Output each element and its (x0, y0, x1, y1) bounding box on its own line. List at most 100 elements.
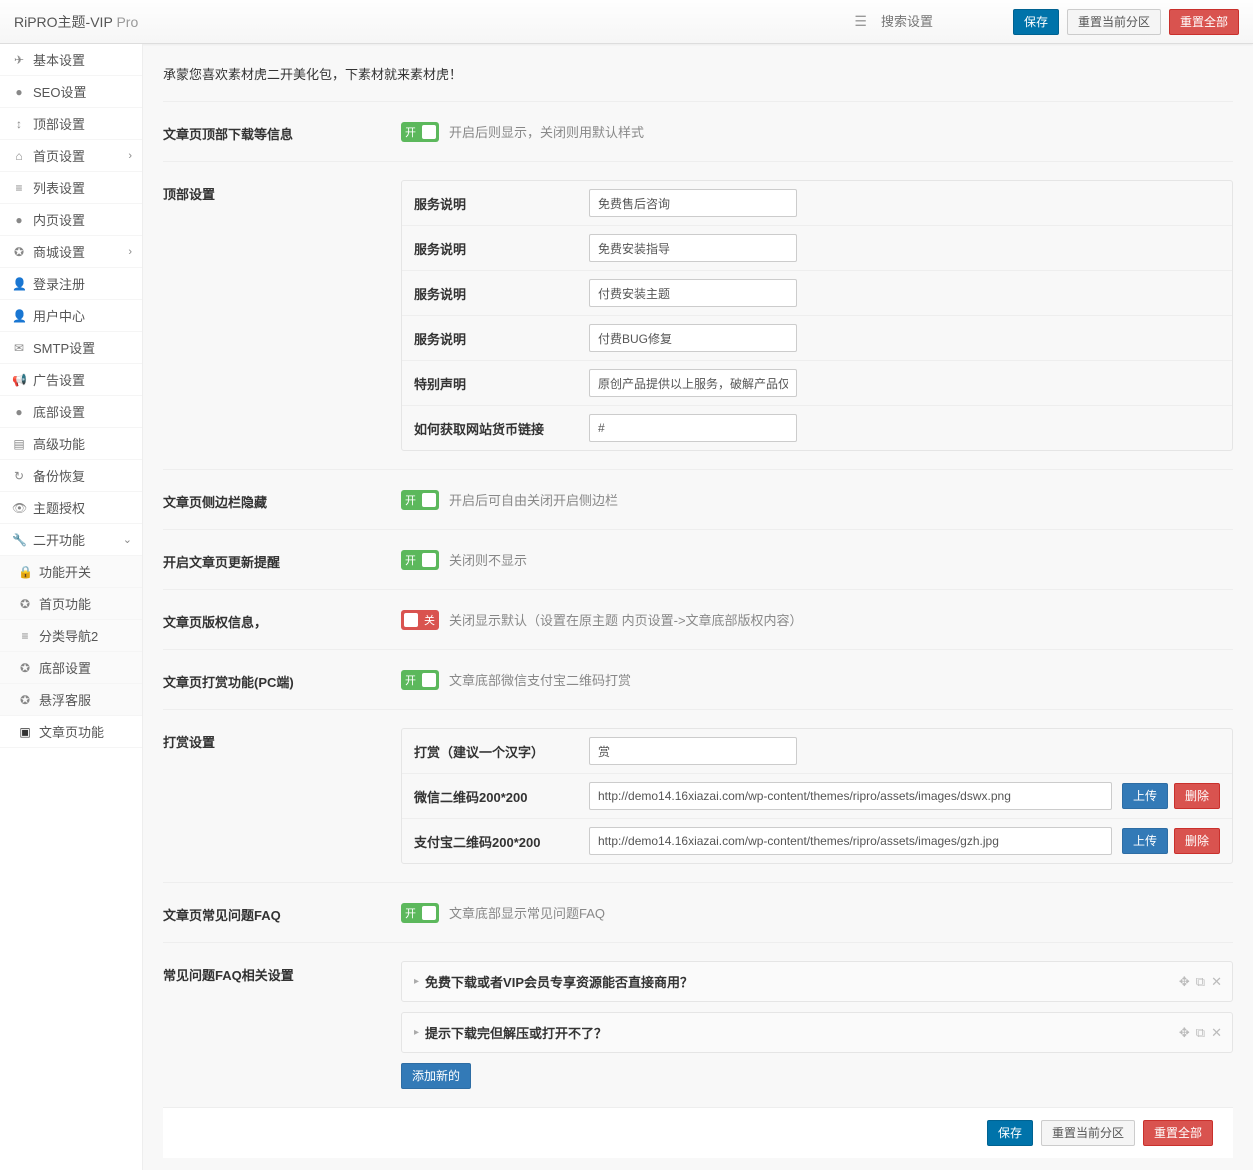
sidebar-sub-item[interactable]: ≡分类导航2 (0, 620, 142, 652)
menu-icon: 🔒 (18, 565, 32, 579)
collapse-icon[interactable]: ☰ (854, 13, 867, 30)
sidebar-item-label: 高级功能 (33, 434, 85, 453)
switch-hint: 关闭显示默认（设置在原主题 内页设置->文章底部版权内容） (449, 610, 803, 629)
alipay-qr-input[interactable] (589, 827, 1112, 855)
switch-copyright[interactable]: 关 (401, 610, 439, 630)
sidebar-item[interactable]: 🔧二开功能⌄ (0, 524, 142, 556)
sidebar-item-label: 底部设置 (39, 658, 91, 677)
menu-icon: ✪ (18, 661, 32, 675)
sidebar-sub-item[interactable]: ✪首页功能 (0, 588, 142, 620)
field-label: 特别声明 (414, 374, 589, 393)
sidebar-item[interactable]: ✈ 基本设置 (0, 44, 142, 76)
section-label: 打赏设置 (163, 728, 401, 864)
switch-update-tip[interactable]: 开 (401, 550, 439, 570)
sidebar-sub-item[interactable]: ✪ 底部设置 (0, 652, 142, 684)
sidebar-item-label: 基本设置 (33, 50, 85, 69)
switch-top-info[interactable]: 开 (401, 122, 439, 142)
move-icon[interactable]: ✥ (1179, 974, 1190, 990)
sidebar-item[interactable]: 👤登录注册 (0, 268, 142, 300)
menu-icon: ● (12, 213, 26, 227)
text-input[interactable] (589, 279, 797, 307)
reset-all-button[interactable]: 重置全部 (1143, 1120, 1213, 1146)
wechat-qr-input[interactable] (589, 782, 1112, 810)
close-icon[interactable]: ✕ (1211, 974, 1222, 990)
sidebar-item[interactable]: ≡列表设置 (0, 172, 142, 204)
section-label: 文章页打赏功能(PC端) (163, 668, 401, 691)
sidebar-item-label: 首页功能 (39, 594, 91, 613)
text-input[interactable] (589, 324, 797, 352)
sidebar-item-label: SEO设置 (33, 82, 86, 101)
save-button[interactable]: 保存 (987, 1120, 1033, 1146)
move-icon[interactable]: ✥ (1179, 1025, 1190, 1041)
clone-icon[interactable]: ⧉ (1196, 1025, 1205, 1041)
sidebar-item[interactable]: ↕顶部设置 (0, 108, 142, 140)
faq-title: 免费下载或者VIP会员专享资源能否直接商用？ (425, 972, 693, 991)
switch-reward-pc[interactable]: 开 (401, 670, 439, 690)
sidebar-item-label: 广告设置 (33, 370, 85, 389)
sidebar: ✈基本设置●SEO设置↕顶部设置⌂首页设置›≡列表设置●内页设置✪商城设置›👤登… (0, 44, 143, 1170)
sidebar-sub-item[interactable]: ✪悬浮客服 (0, 684, 142, 716)
topbar: RiPRO主题-VIP Pro ☰ 保存 重置当前分区 重置全部 (0, 0, 1253, 44)
sidebar-item[interactable]: ▤ 高级功能 (0, 428, 142, 460)
sidebar-item-label: 二开功能 (33, 530, 85, 549)
menu-icon: ⌂ (12, 149, 26, 163)
menu-icon: 🔧 (12, 533, 26, 547)
save-button[interactable]: 保存 (1013, 9, 1059, 35)
menu-icon: ✉ (12, 341, 26, 355)
switch-sidebar-hide[interactable]: 开 (401, 490, 439, 510)
field-label: 服务说明 (414, 329, 589, 348)
switch-hint: 文章底部显示常见问题FAQ (449, 903, 605, 922)
sidebar-item[interactable]: 📢 广告设置 (0, 364, 142, 396)
switch-hint: 开启后则显示，关闭则用默认样式 (449, 122, 644, 141)
search-input[interactable] (875, 9, 1005, 35)
add-new-button[interactable]: 添加新的 (401, 1063, 471, 1089)
sidebar-sub-item[interactable]: ▣文章页功能 (0, 716, 142, 748)
chevron-right-icon: › (128, 150, 132, 162)
sidebar-item[interactable]: ●内页设置 (0, 204, 142, 236)
clone-icon[interactable]: ⧉ (1196, 974, 1205, 990)
section-label: 文章页侧边栏隐藏 (163, 488, 401, 511)
sidebar-item[interactable]: 👤用户中心 (0, 300, 142, 332)
faq-item[interactable]: ▸提示下载完但解压或打开不了？✥⧉✕ (401, 1012, 1233, 1053)
faq-item[interactable]: ▸ 免费下载或者VIP会员专享资源能否直接商用？ ✥ ⧉ ✕ (401, 961, 1233, 1002)
sidebar-item[interactable]: 👁主题授权 (0, 492, 142, 524)
text-input[interactable] (589, 234, 797, 262)
sidebar-item-label: 底部设置 (33, 402, 85, 421)
text-input[interactable] (589, 369, 797, 397)
sidebar-item-label: 备份恢复 (33, 466, 85, 485)
switch-faq[interactable]: 开 (401, 903, 439, 923)
menu-icon: ● (12, 405, 26, 419)
delete-button[interactable]: 删除 (1174, 783, 1220, 809)
sidebar-item[interactable]: ✪商城设置› (0, 236, 142, 268)
sidebar-sub-item[interactable]: 🔒功能开关 (0, 556, 142, 588)
caret-icon: ▸ (414, 976, 419, 987)
sidebar-item-label: 列表设置 (33, 178, 85, 197)
menu-icon: 👤 (12, 309, 26, 323)
upload-button[interactable]: 上传 (1122, 828, 1168, 854)
sidebar-item[interactable]: ●SEO设置 (0, 76, 142, 108)
sidebar-item-label: 登录注册 (33, 274, 85, 293)
intro-text: 承蒙您喜欢素材虎二开美化包，下素材就来素材虎！ (163, 64, 1233, 83)
faq-title: 提示下载完但解压或打开不了？ (425, 1023, 607, 1042)
upload-button[interactable]: 上传 (1122, 783, 1168, 809)
menu-icon: ✈ (12, 53, 26, 67)
delete-button[interactable]: 删除 (1174, 828, 1220, 854)
reset-section-button[interactable]: 重置当前分区 (1041, 1120, 1135, 1146)
main: 承蒙您喜欢素材虎二开美化包，下素材就来素材虎！ 文章页顶部下载等信息 开 开启后… (143, 44, 1253, 1170)
sidebar-item[interactable]: ⌂首页设置› (0, 140, 142, 172)
text-input[interactable] (589, 189, 797, 217)
field-label: 如何获取网站货币链接 (414, 419, 589, 438)
menu-icon: ▣ (18, 725, 32, 739)
sidebar-item[interactable]: ✉SMTP设置 (0, 332, 142, 364)
reset-section-button[interactable]: 重置当前分区 (1067, 9, 1161, 35)
menu-icon: 📢 (12, 373, 26, 387)
section-label: 文章页常见问题FAQ (163, 901, 401, 924)
reset-all-button[interactable]: 重置全部 (1169, 9, 1239, 35)
reward-text-input[interactable] (589, 737, 797, 765)
menu-icon: ▤ (12, 437, 26, 451)
text-input[interactable] (589, 414, 797, 442)
sidebar-item[interactable]: ↻备份恢复 (0, 460, 142, 492)
close-icon[interactable]: ✕ (1211, 1025, 1222, 1041)
sidebar-item[interactable]: ● 底部设置 (0, 396, 142, 428)
section-label: 文章页顶部下载等信息 (163, 120, 401, 143)
